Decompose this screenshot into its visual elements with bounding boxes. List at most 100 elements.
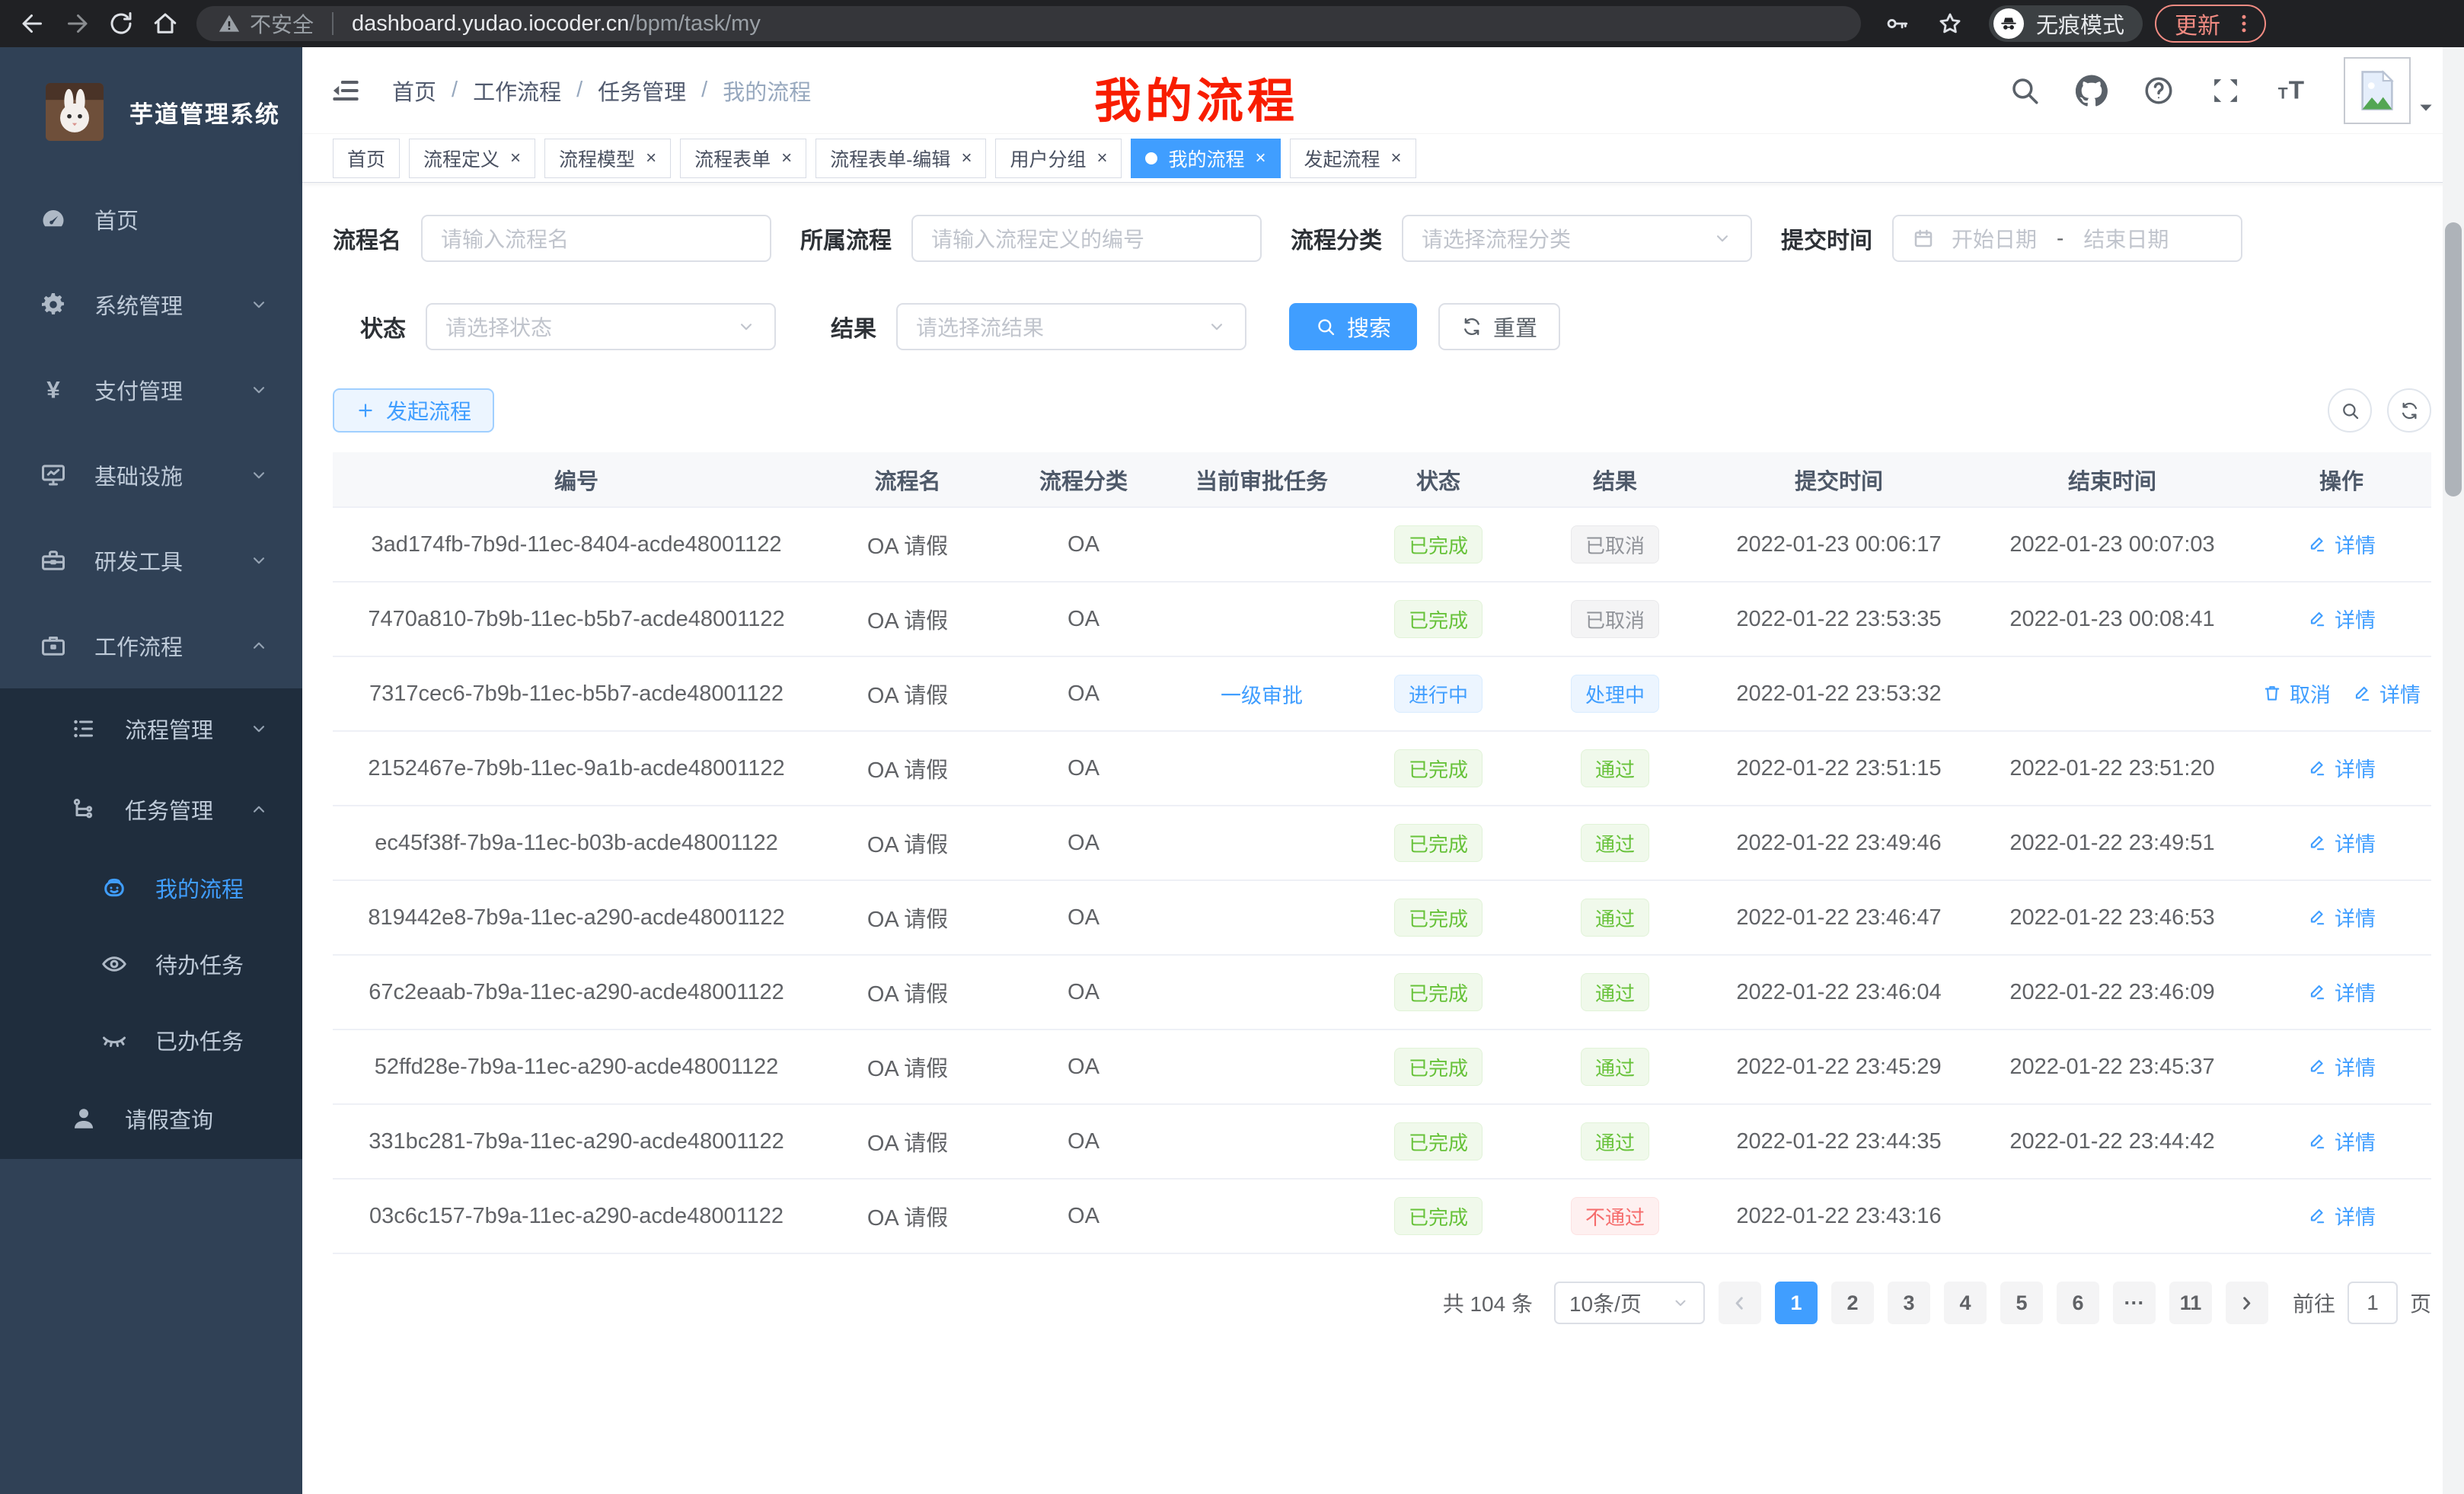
close-tab-icon[interactable]: × bbox=[646, 149, 656, 168]
scrollbar-thumb[interactable] bbox=[2445, 222, 2462, 496]
date-range-input[interactable]: 开始日期 - 结束日期 bbox=[1892, 215, 2242, 262]
sidebar-item[interactable]: 流程管理 bbox=[0, 688, 302, 769]
address-bar[interactable]: 不安全 dashboard.yudao.iocoder.cn/bpm/task/… bbox=[196, 6, 1861, 41]
close-tab-icon[interactable]: × bbox=[781, 149, 792, 168]
tab-label: 流程模型 bbox=[559, 145, 635, 172]
page-number-button[interactable]: ··· bbox=[2113, 1282, 2156, 1324]
close-tab-icon[interactable]: × bbox=[1096, 149, 1107, 168]
forward-icon[interactable] bbox=[55, 2, 99, 46]
collapse-sidebar-icon[interactable] bbox=[330, 75, 362, 107]
fontsize-icon[interactable]: TT bbox=[2277, 75, 2309, 107]
result-badge: 通过 bbox=[1581, 749, 1649, 787]
home-icon[interactable] bbox=[143, 2, 187, 46]
tab-label: 首页 bbox=[347, 145, 385, 172]
process-name-input[interactable]: 请输入流程名 bbox=[421, 215, 771, 262]
detail-link[interactable]: 详情 bbox=[2307, 828, 2376, 857]
status-badge: 已完成 bbox=[1394, 824, 1483, 862]
view-tab[interactable]: 我的流程 × bbox=[1131, 139, 1280, 178]
reset-button[interactable]: 重置 bbox=[1438, 303, 1560, 350]
start-process-button[interactable]: 发起流程 bbox=[333, 388, 494, 433]
close-tab-icon[interactable]: × bbox=[1391, 149, 1402, 168]
view-tab[interactable]: 流程模型 × bbox=[544, 139, 671, 178]
page-number-button[interactable]: 6 bbox=[2057, 1282, 2099, 1324]
page-number-button[interactable]: 4 bbox=[1944, 1282, 1987, 1324]
sidebar-item[interactable]: 任务管理 bbox=[0, 769, 302, 850]
detail-link[interactable]: 详情 bbox=[2307, 1201, 2376, 1231]
sidebar-item[interactable]: 我的流程 bbox=[0, 850, 302, 926]
browser-menu-dots-icon[interactable] bbox=[2233, 12, 2255, 35]
next-page-button[interactable] bbox=[2226, 1282, 2268, 1324]
chevron-down-icon bbox=[249, 465, 269, 485]
sidebar-item[interactable]: 首页 bbox=[0, 177, 302, 262]
sidebar-item-label: 请假查询 bbox=[125, 1103, 213, 1135]
breadcrumb-workflow[interactable]: 工作流程 bbox=[473, 75, 561, 107]
view-tab[interactable]: 流程表单-编辑 × bbox=[815, 139, 986, 178]
svg-text:¥: ¥ bbox=[46, 376, 60, 404]
breadcrumb-task[interactable]: 任务管理 bbox=[598, 75, 686, 107]
sidebar-item[interactable]: 系统管理 bbox=[0, 262, 302, 347]
close-tab-icon[interactable]: × bbox=[510, 149, 521, 168]
sidebar-item[interactable]: 待办任务 bbox=[0, 926, 302, 1002]
sidebar-item[interactable]: 已办任务 bbox=[0, 1002, 302, 1078]
category-select[interactable]: 请选择流程分类 bbox=[1402, 215, 1752, 262]
update-button[interactable]: 更新 bbox=[2155, 5, 2266, 43]
github-icon[interactable] bbox=[2076, 75, 2108, 107]
parent-process-label: 所属流程 bbox=[800, 222, 892, 255]
sidebar-item[interactable]: 研发工具 bbox=[0, 518, 302, 603]
scrollbar[interactable] bbox=[2443, 47, 2464, 1494]
detail-link[interactable]: 详情 bbox=[2352, 678, 2421, 708]
sidebar-item[interactable]: 工作流程 bbox=[0, 603, 302, 688]
detail-link[interactable]: 详情 bbox=[2307, 1052, 2376, 1081]
detail-link[interactable]: 详情 bbox=[2307, 902, 2376, 932]
user-avatar-menu[interactable] bbox=[2344, 57, 2437, 124]
close-tab-icon[interactable]: × bbox=[1256, 149, 1266, 168]
page-number-button[interactable]: 2 bbox=[1831, 1282, 1874, 1324]
close-tab-icon[interactable]: × bbox=[961, 149, 972, 168]
page-number-button[interactable]: 3 bbox=[1888, 1282, 1930, 1324]
detail-link[interactable]: 详情 bbox=[2307, 529, 2376, 559]
key-icon[interactable] bbox=[1884, 11, 1910, 37]
prev-page-button[interactable] bbox=[1719, 1282, 1761, 1324]
page-number-button[interactable]: 1 bbox=[1775, 1282, 1818, 1324]
current-task-link[interactable]: 一级审批 bbox=[1221, 679, 1303, 709]
app-logo-row[interactable]: 芋道管理系统 bbox=[0, 47, 302, 177]
cell-process-name: OA 请假 bbox=[820, 1179, 995, 1253]
cell-process-id: 331bc281-7b9a-11ec-a290-acde48001122 bbox=[333, 1104, 820, 1179]
page-content: 流程名 请输入流程名 所属流程 请输入流程定义的编号 流程分类 请选择流程分类 bbox=[302, 183, 2464, 1494]
detail-link[interactable]: 详情 bbox=[2307, 977, 2376, 1007]
page-size-select[interactable]: 10条/页 bbox=[1554, 1282, 1705, 1324]
cell-end-time: 2022-01-22 23:51:20 bbox=[1973, 731, 2252, 806]
sidebar-item[interactable]: ¥ 支付管理 bbox=[0, 347, 302, 433]
search-button[interactable]: 搜索 bbox=[1289, 303, 1417, 350]
help-icon[interactable] bbox=[2143, 75, 2175, 107]
security-warning[interactable]: 不安全 bbox=[218, 8, 314, 39]
goto-page-input[interactable] bbox=[2348, 1282, 2398, 1324]
chevron-down-icon bbox=[249, 380, 269, 400]
status-select[interactable]: 请选择状态 bbox=[426, 303, 776, 350]
result-select[interactable]: 请选择流结果 bbox=[896, 303, 1246, 350]
detail-link[interactable]: 详情 bbox=[2307, 1126, 2376, 1156]
star-icon[interactable] bbox=[1937, 11, 1963, 37]
hide-search-button[interactable] bbox=[2328, 388, 2372, 433]
refresh-table-button[interactable] bbox=[2387, 388, 2431, 433]
breadcrumb-home[interactable]: 首页 bbox=[392, 75, 436, 107]
cancel-link[interactable]: 取消 bbox=[2262, 678, 2331, 708]
search-icon[interactable] bbox=[2009, 75, 2041, 107]
view-tab[interactable]: 流程表单 × bbox=[680, 139, 806, 178]
detail-link[interactable]: 详情 bbox=[2307, 753, 2376, 783]
back-icon[interactable] bbox=[11, 2, 55, 46]
sidebar-item[interactable]: 请假查询 bbox=[0, 1078, 302, 1159]
view-tab[interactable]: 发起流程 × bbox=[1290, 139, 1416, 178]
cell-submit-time: 2022-01-22 23:46:04 bbox=[1705, 955, 1973, 1030]
page-number-button[interactable]: 5 bbox=[2000, 1282, 2043, 1324]
view-tab[interactable]: 用户分组 × bbox=[995, 139, 1122, 178]
fullscreen-icon[interactable] bbox=[2210, 75, 2242, 107]
detail-link[interactable]: 详情 bbox=[2307, 604, 2376, 634]
sidebar-item[interactable]: 基础设施 bbox=[0, 433, 302, 518]
view-tab[interactable]: 流程定义 × bbox=[409, 139, 535, 178]
reload-icon[interactable] bbox=[99, 2, 143, 46]
cell-category: OA bbox=[995, 507, 1172, 582]
parent-process-input[interactable]: 请输入流程定义的编号 bbox=[911, 215, 1262, 262]
view-tab[interactable]: 首页 × bbox=[333, 139, 400, 178]
page-number-button[interactable]: 11 bbox=[2169, 1282, 2212, 1324]
